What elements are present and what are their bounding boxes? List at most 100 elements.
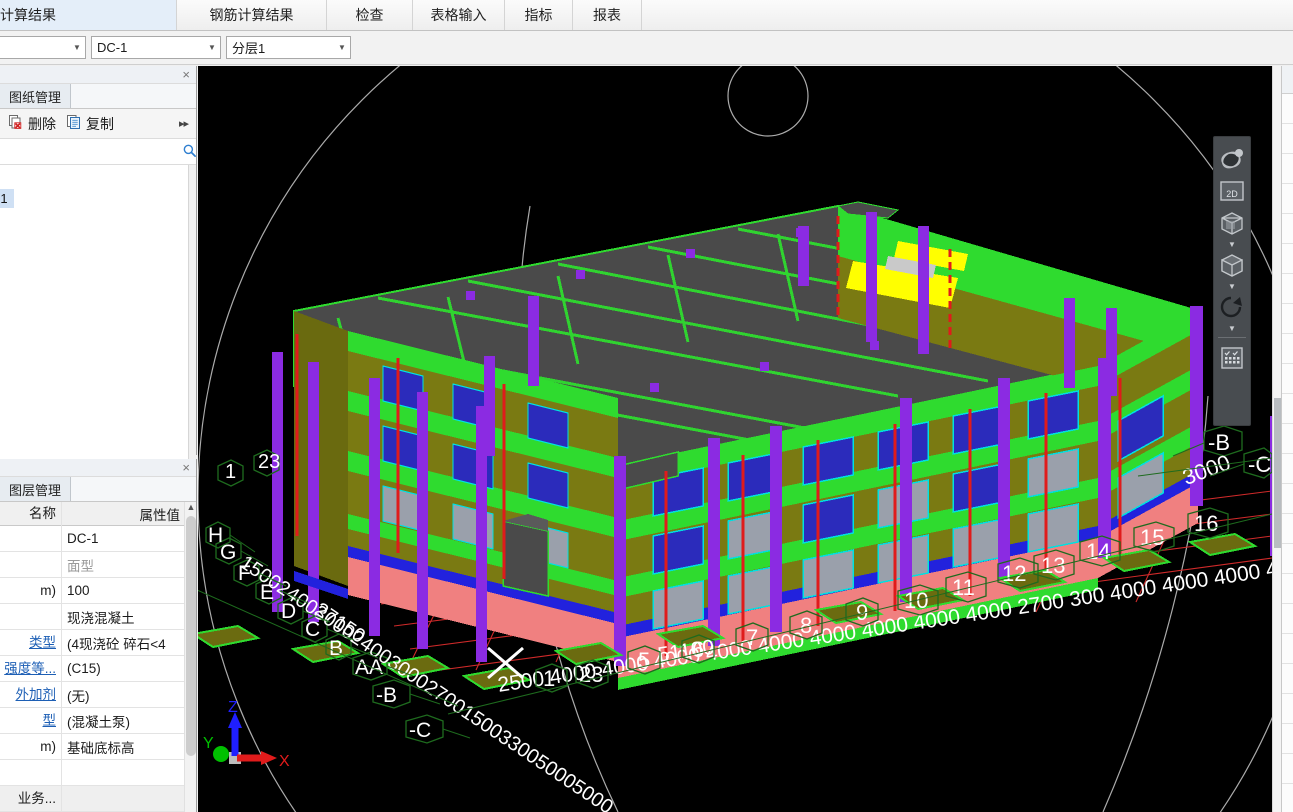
list-item[interactable] <box>1282 214 1293 244</box>
copy-icon <box>66 114 82 133</box>
ribbon-tab-1[interactable]: 钢筋计算结果 <box>177 0 327 30</box>
chevron-down-icon[interactable]: ▼ <box>1228 281 1236 291</box>
ribbon-tab-4-label: 指标 <box>524 7 553 23</box>
view-3d-wire-icon[interactable] <box>1216 207 1248 239</box>
chevron-down-icon[interactable]: ▼ <box>1228 323 1236 333</box>
property-value[interactable]: DC-1 <box>62 531 196 546</box>
list-item[interactable] <box>1282 664 1293 694</box>
list-item[interactable] <box>1282 364 1293 394</box>
list-item[interactable] <box>1282 574 1293 604</box>
list-item[interactable] <box>1282 454 1293 484</box>
viewport-vertical-scrollbar[interactable] <box>1272 66 1281 812</box>
list-item[interactable] <box>1282 694 1293 724</box>
combo-component[interactable]: DC-1 ▼ <box>91 36 221 59</box>
table-row[interactable] <box>0 759 196 786</box>
ribbon-tab-3[interactable]: 表格输入 <box>413 0 505 30</box>
list-item[interactable] <box>1282 754 1293 784</box>
ribbon-tab-5[interactable]: 报表 <box>573 0 642 30</box>
axis-y-label: Y <box>203 735 214 752</box>
table-row[interactable]: m) 基础底标高 <box>0 733 196 760</box>
property-panel-titlebar: × <box>0 459 196 477</box>
property-value[interactable]: (C15) <box>62 661 196 676</box>
chevron-down-icon[interactable]: ▼ <box>69 37 85 58</box>
ribbon-tab-0[interactable]: 建计算结果 <box>0 0 177 30</box>
property-scrollbar[interactable]: ▲ <box>184 502 196 812</box>
table-row[interactable]: 面型 <box>0 551 196 578</box>
search-icon[interactable] <box>182 143 197 161</box>
refresh-rotate-icon[interactable] <box>1216 291 1248 323</box>
list-item[interactable] <box>1282 424 1293 454</box>
tab-layer-manage[interactable]: 图层管理 <box>0 477 72 501</box>
list-item[interactable] <box>1282 724 1293 754</box>
table-row[interactable]: 现浇混凝土 <box>0 603 196 630</box>
property-value[interactable]: (4现浇砼 碎石<4 <box>62 633 196 653</box>
combo-element-type[interactable]: ▼ <box>0 36 86 59</box>
property-table-footer[interactable]: 业务... <box>0 785 196 812</box>
scroll-up-icon[interactable]: ▲ <box>186 502 196 512</box>
orbit-icon[interactable] <box>1216 143 1248 175</box>
panel-splitter[interactable] <box>188 165 196 485</box>
list-item[interactable] <box>1282 394 1293 424</box>
property-name[interactable]: 型 <box>0 707 62 734</box>
copy-button[interactable]: 复制 <box>64 114 122 134</box>
list-item[interactable] <box>1282 94 1293 124</box>
chevron-down-icon[interactable]: ▼ <box>334 37 350 58</box>
table-row[interactable]: 外加剂 (无) <box>0 681 196 708</box>
close-icon[interactable]: × <box>182 67 190 82</box>
table-row[interactable]: 类型 (4现浇砼 碎石<4 <box>0 629 196 656</box>
list-item[interactable] <box>1282 634 1293 664</box>
list-item[interactable] <box>1282 334 1293 364</box>
property-name[interactable]: 外加剂 <box>0 681 62 708</box>
view-3d-solid-icon[interactable] <box>1216 249 1248 281</box>
table-row[interactable]: 型 (混凝土泵) <box>0 707 196 734</box>
property-table-header: 名称 属性值 <box>0 501 196 526</box>
search-input[interactable] <box>6 144 182 159</box>
list-item[interactable] <box>1282 484 1293 514</box>
toolbar-overflow-icon[interactable]: ▸▸ <box>179 117 196 130</box>
list-item[interactable] <box>1282 154 1293 184</box>
property-value[interactable]: 面型 <box>62 555 196 575</box>
tab-drawing-manage[interactable]: 图纸管理 <box>0 84 72 108</box>
table-row[interactable]: m) 100 <box>0 577 196 604</box>
list-item[interactable] <box>1282 274 1293 304</box>
property-value[interactable]: 现浇混凝土 <box>62 607 196 627</box>
property-value[interactable]: 基础底标高 <box>62 737 196 757</box>
tree-item-dc1[interactable]: -1 <box>0 189 14 208</box>
ribbon-tab-2[interactable]: 检查 <box>327 0 413 30</box>
scrollbar-thumb[interactable] <box>1274 398 1281 548</box>
chevron-down-icon[interactable]: ▼ <box>204 37 220 58</box>
drawing-tree[interactable]: -1 <box>0 165 196 485</box>
ribbon-tab-4[interactable]: 指标 <box>505 0 573 30</box>
list-item[interactable] <box>1282 604 1293 634</box>
property-name <box>0 603 62 630</box>
property-name[interactable]: 强度等... <box>0 655 62 682</box>
axis-label: 11 <box>952 575 975 600</box>
property-value[interactable]: 100 <box>62 583 196 598</box>
model-3d-viewport[interactable]: 1 23 H G F E D C B AA -B -C 150024003000… <box>198 66 1272 812</box>
layer-visibility-icon[interactable] <box>1216 342 1248 374</box>
property-name[interactable]: 类型 <box>0 629 62 656</box>
delete-icon <box>8 114 24 133</box>
table-row[interactable]: 强度等... (C15) <box>0 655 196 682</box>
list-item[interactable] <box>1282 244 1293 274</box>
close-icon[interactable]: × <box>182 460 190 475</box>
property-value[interactable]: (混凝土泵) <box>62 711 196 731</box>
scrollbar-thumb[interactable] <box>186 516 196 756</box>
right-docked-table-panel[interactable] <box>1281 66 1293 812</box>
view-2d-icon[interactable]: 2D <box>1216 175 1248 207</box>
delete-button-label: 删除 <box>28 115 56 132</box>
list-item[interactable] <box>1282 184 1293 214</box>
delete-button[interactable]: 删除 <box>6 114 64 134</box>
chevron-down-icon[interactable]: ▼ <box>1228 239 1236 249</box>
tree-item-dc1-label: -1 <box>0 191 8 206</box>
property-value[interactable]: (无) <box>62 685 196 705</box>
tab-drawing-manage-label: 图纸管理 <box>9 89 62 105</box>
combo-layer[interactable]: 分层1 ▼ <box>226 36 351 59</box>
list-item[interactable] <box>1282 304 1293 334</box>
list-item[interactable] <box>1282 514 1293 544</box>
axis-label: 5 <box>638 648 650 673</box>
axis-label: 8 <box>800 613 812 638</box>
list-item[interactable] <box>1282 124 1293 154</box>
table-row[interactable]: DC-1 <box>0 525 196 552</box>
list-item[interactable] <box>1282 544 1293 574</box>
